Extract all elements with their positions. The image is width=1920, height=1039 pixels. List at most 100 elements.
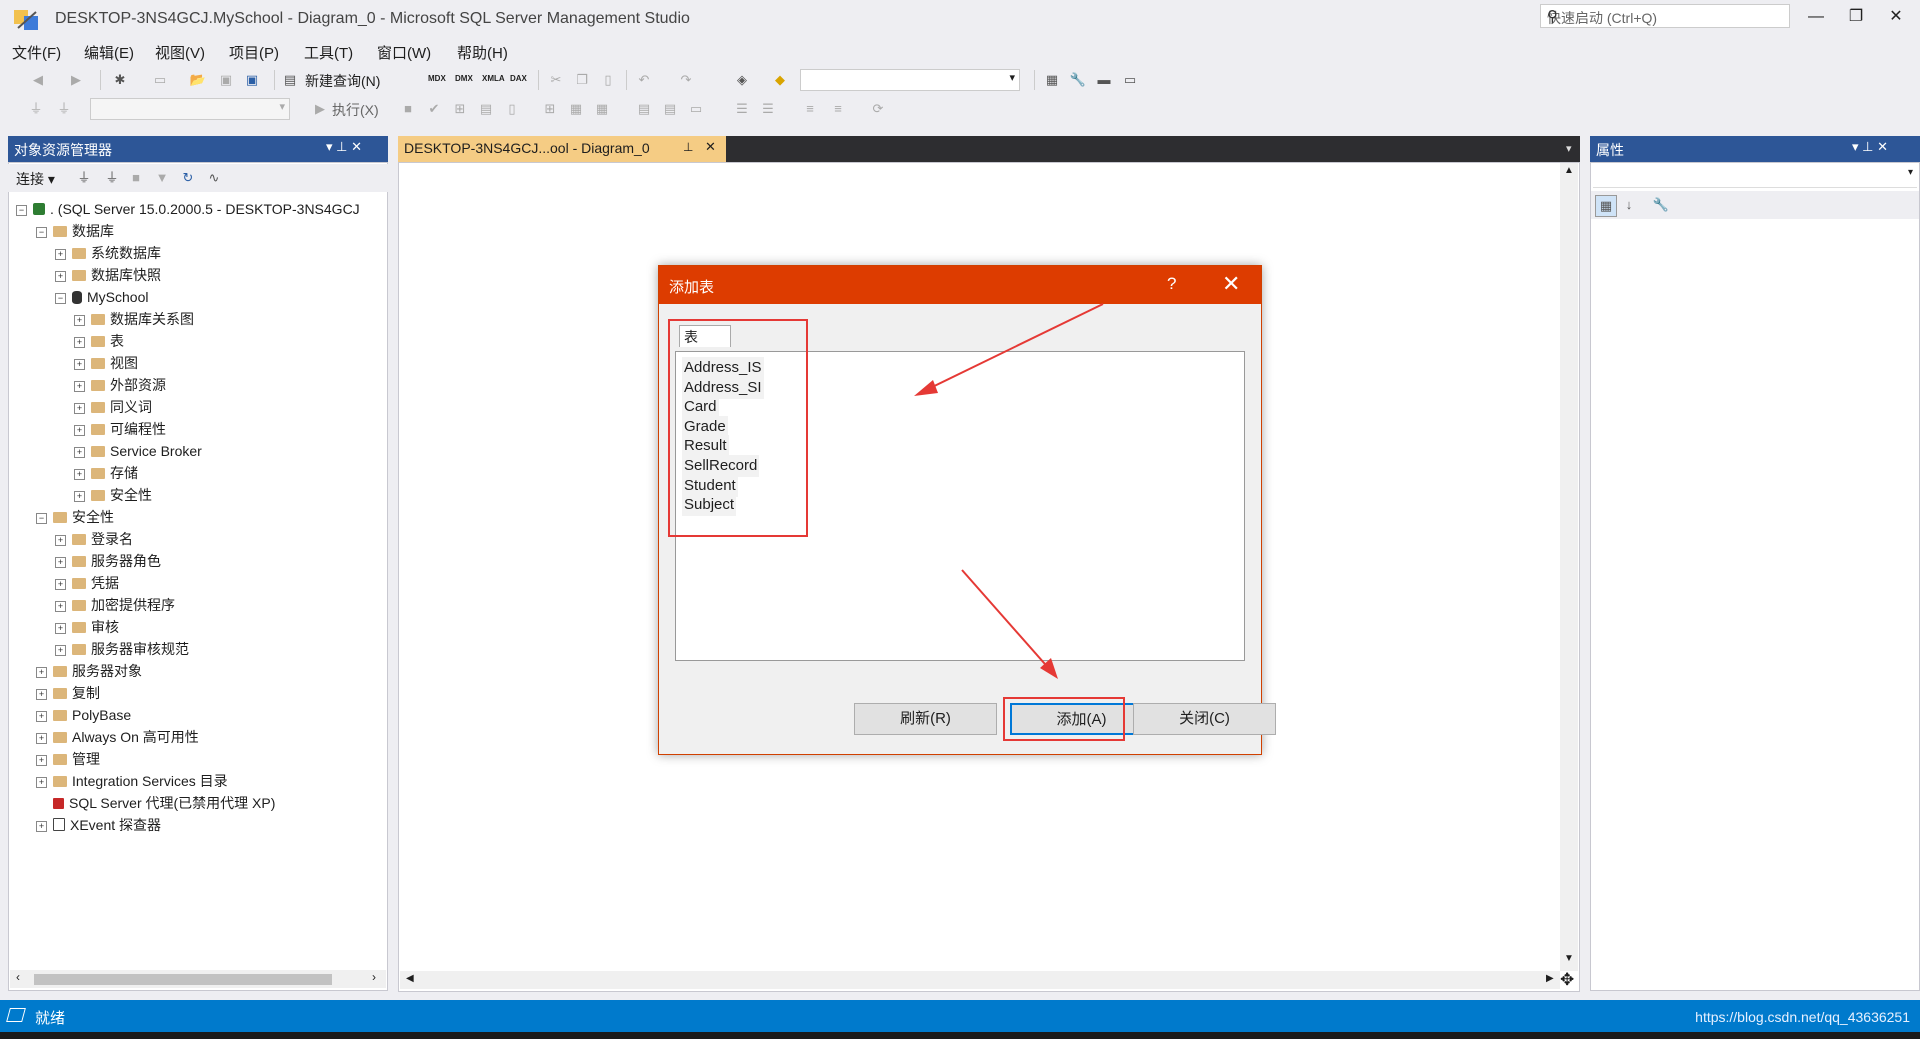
expand-icon[interactable]: +	[74, 337, 85, 348]
expand-icon[interactable]: +	[55, 271, 66, 282]
results-file-icon[interactable]: ▦	[592, 99, 612, 119]
tab-overflow-icon[interactable]: ▾	[1566, 142, 1572, 155]
expand-icon[interactable]: +	[36, 667, 47, 678]
tree-node[interactable]: + Service Broker	[74, 440, 202, 462]
new-project-icon[interactable]: ✱	[110, 70, 130, 90]
save-icon[interactable]: ▣	[216, 70, 236, 90]
dmx-query-button[interactable]: DMX	[455, 74, 473, 83]
expand-icon[interactable]: +	[74, 491, 85, 502]
new-file-icon[interactable]: ▭	[150, 70, 170, 90]
scroll-left-icon[interactable]: ‹	[16, 970, 20, 984]
expand-icon[interactable]: +	[55, 249, 66, 260]
forward-icon[interactable]: ▶	[66, 70, 86, 90]
toolbox-icon[interactable]: ▬	[1094, 70, 1114, 90]
expand-icon[interactable]: +	[36, 711, 47, 722]
tree-node[interactable]: + 凭据	[55, 572, 119, 594]
tree-node[interactable]: + 数据库关系图	[74, 308, 194, 330]
specify-values-icon[interactable]: ▭	[686, 99, 706, 119]
refresh-icon[interactable]: ↻	[178, 168, 198, 188]
quick-launch-input[interactable]: 快速启动 (Ctrl+Q) ⚲	[1540, 4, 1790, 28]
dialog-close-icon[interactable]: ✕	[1222, 271, 1240, 297]
tree-node[interactable]: + 登录名	[55, 528, 133, 550]
tree-node[interactable]: + XEvent 探查器	[36, 814, 161, 836]
new-query-button[interactable]: 新建查询(N)	[305, 71, 380, 91]
categorized-icon[interactable]: ▦	[1595, 195, 1617, 217]
disconnect-icon[interactable]: ⏚	[102, 168, 122, 188]
expand-icon[interactable]: +	[74, 447, 85, 458]
expand-icon[interactable]: +	[74, 315, 85, 326]
disconnect-icon[interactable]: ⏚	[54, 99, 74, 119]
scrollbar-thumb[interactable]	[34, 974, 332, 985]
results-text-icon[interactable]: ▦	[566, 99, 586, 119]
stop-icon[interactable]: ■	[126, 168, 146, 188]
expand-icon[interactable]: +	[36, 755, 47, 766]
outdent-icon[interactable]: ☰	[758, 99, 778, 119]
results-grid-icon[interactable]: ⊞	[540, 99, 560, 119]
wrench-icon[interactable]: 🔧	[1068, 70, 1088, 90]
template-explorer-icon[interactable]: ▦	[1042, 70, 1062, 90]
scroll-right-icon[interactable]: ▶	[1546, 973, 1554, 984]
command-window-icon[interactable]: ▭	[1120, 70, 1140, 90]
tree-node[interactable]: + 存储	[74, 462, 138, 484]
paste-icon[interactable]: ▯	[598, 70, 618, 90]
uncomment-icon[interactable]: ▤	[660, 99, 680, 119]
tree-node[interactable]: + 加密提供程序	[55, 594, 175, 616]
tree-node[interactable]: + 复制	[36, 682, 100, 704]
expand-icon[interactable]: +	[55, 579, 66, 590]
close-button[interactable]: 关闭(C)	[1133, 703, 1276, 735]
pin-icon[interactable]: ⊥	[683, 140, 693, 154]
expand-icon[interactable]: +	[74, 425, 85, 436]
expand-icon[interactable]: +	[55, 535, 66, 546]
menu-view[interactable]: 视图(V)	[155, 42, 205, 63]
indent-icon[interactable]: ☰	[732, 99, 752, 119]
scroll-up-icon[interactable]: ▲	[1564, 165, 1574, 176]
alphabetical-icon[interactable]: ↓	[1619, 195, 1639, 215]
menu-edit[interactable]: 编辑(E)	[84, 42, 134, 63]
parse-icon[interactable]: ✔	[424, 99, 444, 119]
tab-close-icon[interactable]: ✕	[705, 139, 716, 155]
horizontal-scrollbar[interactable]: ‹ ›	[10, 970, 386, 988]
collapse-icon[interactable]: −	[36, 513, 47, 524]
back-icon[interactable]: ◀	[28, 70, 48, 90]
tree-node[interactable]: + PolyBase	[36, 704, 131, 726]
expand-icon[interactable]: +	[74, 359, 85, 370]
property-pages-icon[interactable]: 🔧	[1651, 195, 1671, 215]
close-window-button[interactable]: ✕	[1876, 4, 1916, 30]
undo-icon[interactable]: ↶	[634, 70, 654, 90]
panel-window-controls[interactable]: ▾ ⊥ ✕	[326, 139, 362, 155]
tree-server-node[interactable]: − . (SQL Server 15.0.2000.5 - DESKTOP-3NS…	[16, 198, 360, 220]
filter-icon[interactable]: ▼	[152, 168, 172, 188]
collapse-icon[interactable]: −	[16, 205, 27, 216]
scroll-down-icon[interactable]: ▼	[1564, 953, 1574, 964]
collapse-icon[interactable]: −	[55, 293, 66, 304]
copy-icon[interactable]: ❐	[572, 70, 592, 90]
query-options-icon[interactable]: ▤	[476, 99, 496, 119]
tree-node[interactable]: + 系统数据库	[55, 242, 161, 264]
comment-icon[interactable]: ▤	[634, 99, 654, 119]
intellisense-icon[interactable]: ▯	[502, 99, 522, 119]
canvas-horizontal-scrollbar[interactable]: ◀ ▶	[400, 971, 1560, 989]
tab-diagram[interactable]: DESKTOP-3NS4GCJ...ool - Diagram_0 ⊥ ✕	[398, 136, 726, 162]
connect-dropdown[interactable]: 连接 ▾	[16, 169, 55, 189]
expand-icon[interactable]: +	[74, 381, 85, 392]
restore-button[interactable]: ❐	[1836, 4, 1876, 30]
expand-icon[interactable]: +	[74, 403, 85, 414]
tree-node[interactable]: − 数据库	[36, 220, 114, 242]
new-query-icon[interactable]: ▤	[280, 70, 300, 90]
menu-help[interactable]: 帮助(H)	[457, 42, 508, 63]
database-dropdown[interactable]: ▾	[90, 98, 290, 120]
expand-icon[interactable]: +	[36, 733, 47, 744]
tree-node[interactable]: + 管理	[36, 748, 100, 770]
tree-node[interactable]: + 安全性	[74, 484, 152, 506]
tree-node[interactable]: − 安全性	[36, 506, 114, 528]
save-all-icon[interactable]: ▣	[242, 70, 262, 90]
increase-indent-icon[interactable]: ≡	[828, 99, 848, 119]
redo-icon[interactable]: ↷	[676, 70, 696, 90]
pan-move-icon[interactable]: ✥	[1560, 970, 1574, 990]
solution-icon[interactable]: ◆	[770, 70, 790, 90]
connect-icon[interactable]: ⏚	[26, 99, 46, 119]
stop-icon[interactable]: ■	[398, 99, 418, 119]
minimize-button[interactable]: —	[1796, 4, 1836, 30]
expand-icon[interactable]: +	[36, 689, 47, 700]
tree-node[interactable]: SQL Server 代理(已禁用代理 XP)	[36, 792, 275, 814]
